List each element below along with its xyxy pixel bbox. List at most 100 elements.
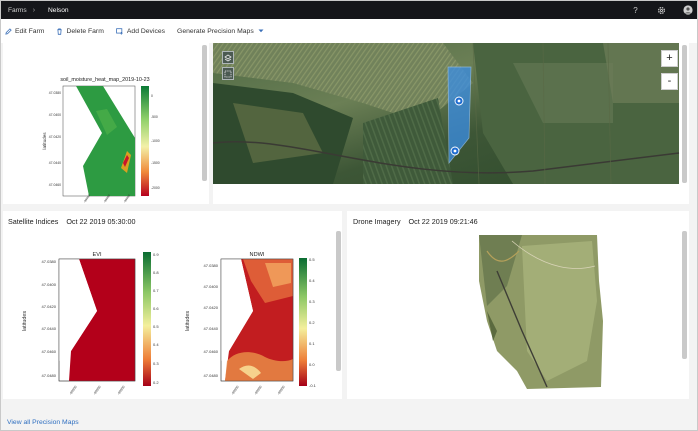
ndwi-colorbar-ticks: 0.5 0.4 0.3 0.2 0.1 0.0 -0.1 xyxy=(309,257,317,388)
ndwi-title: NDWI xyxy=(250,252,265,258)
view-all-precision-maps-link[interactable]: View all Precision Maps xyxy=(7,419,79,426)
chevron-down-icon xyxy=(258,29,264,33)
evi-cbar-tick: 0.3 xyxy=(153,361,159,366)
ndwi-xticks: -99900 -99950 -99900 xyxy=(231,385,286,396)
help-icon[interactable]: ? xyxy=(630,5,641,16)
evi-cbar-tick: 0.9 xyxy=(153,252,159,257)
select-tool-button[interactable] xyxy=(222,67,234,80)
ndwi-cbar-tick: 0.5 xyxy=(309,257,315,262)
device-marker-2[interactable] xyxy=(450,146,460,156)
breadcrumb-farm-name: Nelson xyxy=(48,6,69,14)
soil-ylabel: latitudes xyxy=(42,132,47,150)
map-panel-scrollbar[interactable] xyxy=(682,45,687,183)
evi-cbar-tick: 0.7 xyxy=(153,288,159,293)
app-window: Farms › Nelson ? Edit Farm Delete Farm A… xyxy=(0,0,698,431)
evi-cbar-tick: 0.2 xyxy=(153,380,159,385)
evi-ylabel: latitudes xyxy=(22,311,28,331)
ndwi-xtick: -99900 xyxy=(231,385,240,396)
ndwi-ylabel: latitudes xyxy=(185,311,191,331)
add-device-icon xyxy=(116,27,123,35)
evi-colorbar-ticks: 0.9 0.8 0.7 0.6 0.5 0.4 0.3 0.2 xyxy=(153,252,159,385)
add-devices-label: Add Devices xyxy=(126,27,166,35)
avatar-icon[interactable] xyxy=(682,5,693,16)
evi-xtick: -99950 xyxy=(93,385,102,396)
evi-ytick: 47.0480 xyxy=(42,373,57,378)
soil-yticks: 47.0380 47.0400 47.0420 47.0440 47.0460 xyxy=(49,91,61,187)
ndwi-ytick: 47.0460 xyxy=(204,349,219,354)
drone-image xyxy=(479,235,603,389)
satellite-indices-panel: Satellite Indices Oct 22 2019 05:30:00 E… xyxy=(3,211,342,399)
add-devices-button[interactable]: Add Devices xyxy=(116,28,165,35)
zoom-in-button[interactable]: + xyxy=(661,50,678,67)
delete-farm-label: Delete Farm xyxy=(66,27,104,35)
soil-cbar-tick: -1500 xyxy=(151,161,160,165)
ndwi-cbar-tick: 0.2 xyxy=(309,320,315,325)
evi-ytick: 47.0400 xyxy=(42,282,57,287)
ndwi-ytick: 47.0380 xyxy=(204,263,219,268)
breadcrumb-farms[interactable]: Farms xyxy=(8,7,27,14)
ndwi-yticks: 47.0380 47.0400 47.0420 47.0440 47.0460 … xyxy=(204,263,219,378)
generate-precision-maps-dropdown[interactable]: Generate Precision Maps xyxy=(177,28,267,35)
soil-moisture-chart: soil_moisture_heat_map_2019-10-23 47.038… xyxy=(42,77,160,204)
ndwi-cbar-tick: 0.1 xyxy=(309,341,315,346)
breadcrumb-separator-icon: › xyxy=(32,6,36,14)
evi-xtick: -99900 xyxy=(69,385,78,396)
ndwi-xtick: -99950 xyxy=(254,385,263,396)
delete-farm-button[interactable]: Delete Farm xyxy=(56,27,104,35)
evi-xtick: -99900 xyxy=(117,385,126,396)
satellite-panel-scrollbar[interactable] xyxy=(336,231,341,371)
generate-precision-maps-label: Generate Precision Maps xyxy=(177,27,254,35)
ndwi-ytick: 47.0400 xyxy=(204,284,219,289)
evi-ytick: 47.0420 xyxy=(42,304,57,309)
soil-ytick: 47.0400 xyxy=(49,113,61,117)
ndwi-cbar-tick: 0.4 xyxy=(309,278,315,283)
evi-cbar-tick: 0.6 xyxy=(153,306,159,311)
soil-cbar-tick: -1000 xyxy=(151,139,160,143)
soil-ytick: 47.0380 xyxy=(49,91,61,95)
ndwi-cbar-tick: 0.3 xyxy=(309,299,315,304)
evi-xticks: -99900 -99950 -99900 xyxy=(69,385,126,396)
device-marker-1[interactable] xyxy=(454,96,464,106)
top-bar-icons: ? xyxy=(630,1,693,19)
drone-imagery-panel: Drone Imagery Oct 22 2019 09:21:46 xyxy=(347,211,689,399)
soil-panel-scrollbar[interactable] xyxy=(202,45,207,181)
evi-ytick: 47.0460 xyxy=(42,349,57,354)
edit-farm-label: Edit Farm xyxy=(15,27,45,35)
evi-yticks: 47.0380 47.0400 47.0420 47.0440 47.0460 … xyxy=(42,259,57,378)
ndwi-cbar-tick: -0.1 xyxy=(309,383,317,388)
select-area-icon xyxy=(224,70,232,77)
ndwi-colorbar xyxy=(299,258,307,386)
evi-cbar-tick: 0.8 xyxy=(153,270,159,275)
soil-moisture-title: soil_moisture_heat_map_2019-10-23 xyxy=(60,77,149,83)
soil-colorbar-ticks: 0 -500 -1000 -1500 -2000 xyxy=(151,94,160,190)
pencil-icon xyxy=(5,27,12,35)
ndwi-xtick: -99900 xyxy=(277,385,286,396)
trash-icon xyxy=(57,27,63,35)
edit-farm-button[interactable]: Edit Farm xyxy=(5,28,44,35)
top-bar: Farms › Nelson ? xyxy=(1,1,697,19)
gear-icon[interactable] xyxy=(656,5,667,16)
soil-cbar-tick: 0 xyxy=(151,94,153,98)
evi-title: EVI xyxy=(92,252,101,258)
evi-colorbar xyxy=(143,252,151,386)
satellite-indices-charts: EVI 47.0380 47.0400 47.0420 47.0440 47.0… xyxy=(22,252,317,396)
drone-field-light xyxy=(522,241,597,381)
satellite-map[interactable] xyxy=(213,43,689,204)
evi-ytick: 47.0440 xyxy=(42,326,57,331)
soil-ytick: 47.0440 xyxy=(49,161,61,165)
evi-cbar-tick: 0.4 xyxy=(153,342,159,347)
ndwi-ytick: 47.0480 xyxy=(204,373,219,378)
ndwi-ytick: 47.0440 xyxy=(204,326,219,331)
ndwi-cbar-tick: 0.0 xyxy=(309,362,315,367)
soil-colorbar xyxy=(141,86,149,196)
evi-cbar-tick: 0.5 xyxy=(153,324,159,329)
zoom-out-button[interactable]: - xyxy=(661,73,678,90)
command-bar: Edit Farm Delete Farm Add Devices Genera… xyxy=(1,19,697,43)
evi-ytick: 47.0380 xyxy=(42,259,57,264)
layer-tool-button[interactable] xyxy=(222,51,234,64)
soil-ytick: 47.0460 xyxy=(49,183,61,187)
ndwi-ytick: 47.0420 xyxy=(204,305,219,310)
soil-moisture-panel: soil_moisture_heat_map_2019-10-23 47.038… xyxy=(3,43,209,204)
satellite-map-panel: + - xyxy=(213,43,689,204)
drone-panel-scrollbar[interactable] xyxy=(682,231,687,359)
